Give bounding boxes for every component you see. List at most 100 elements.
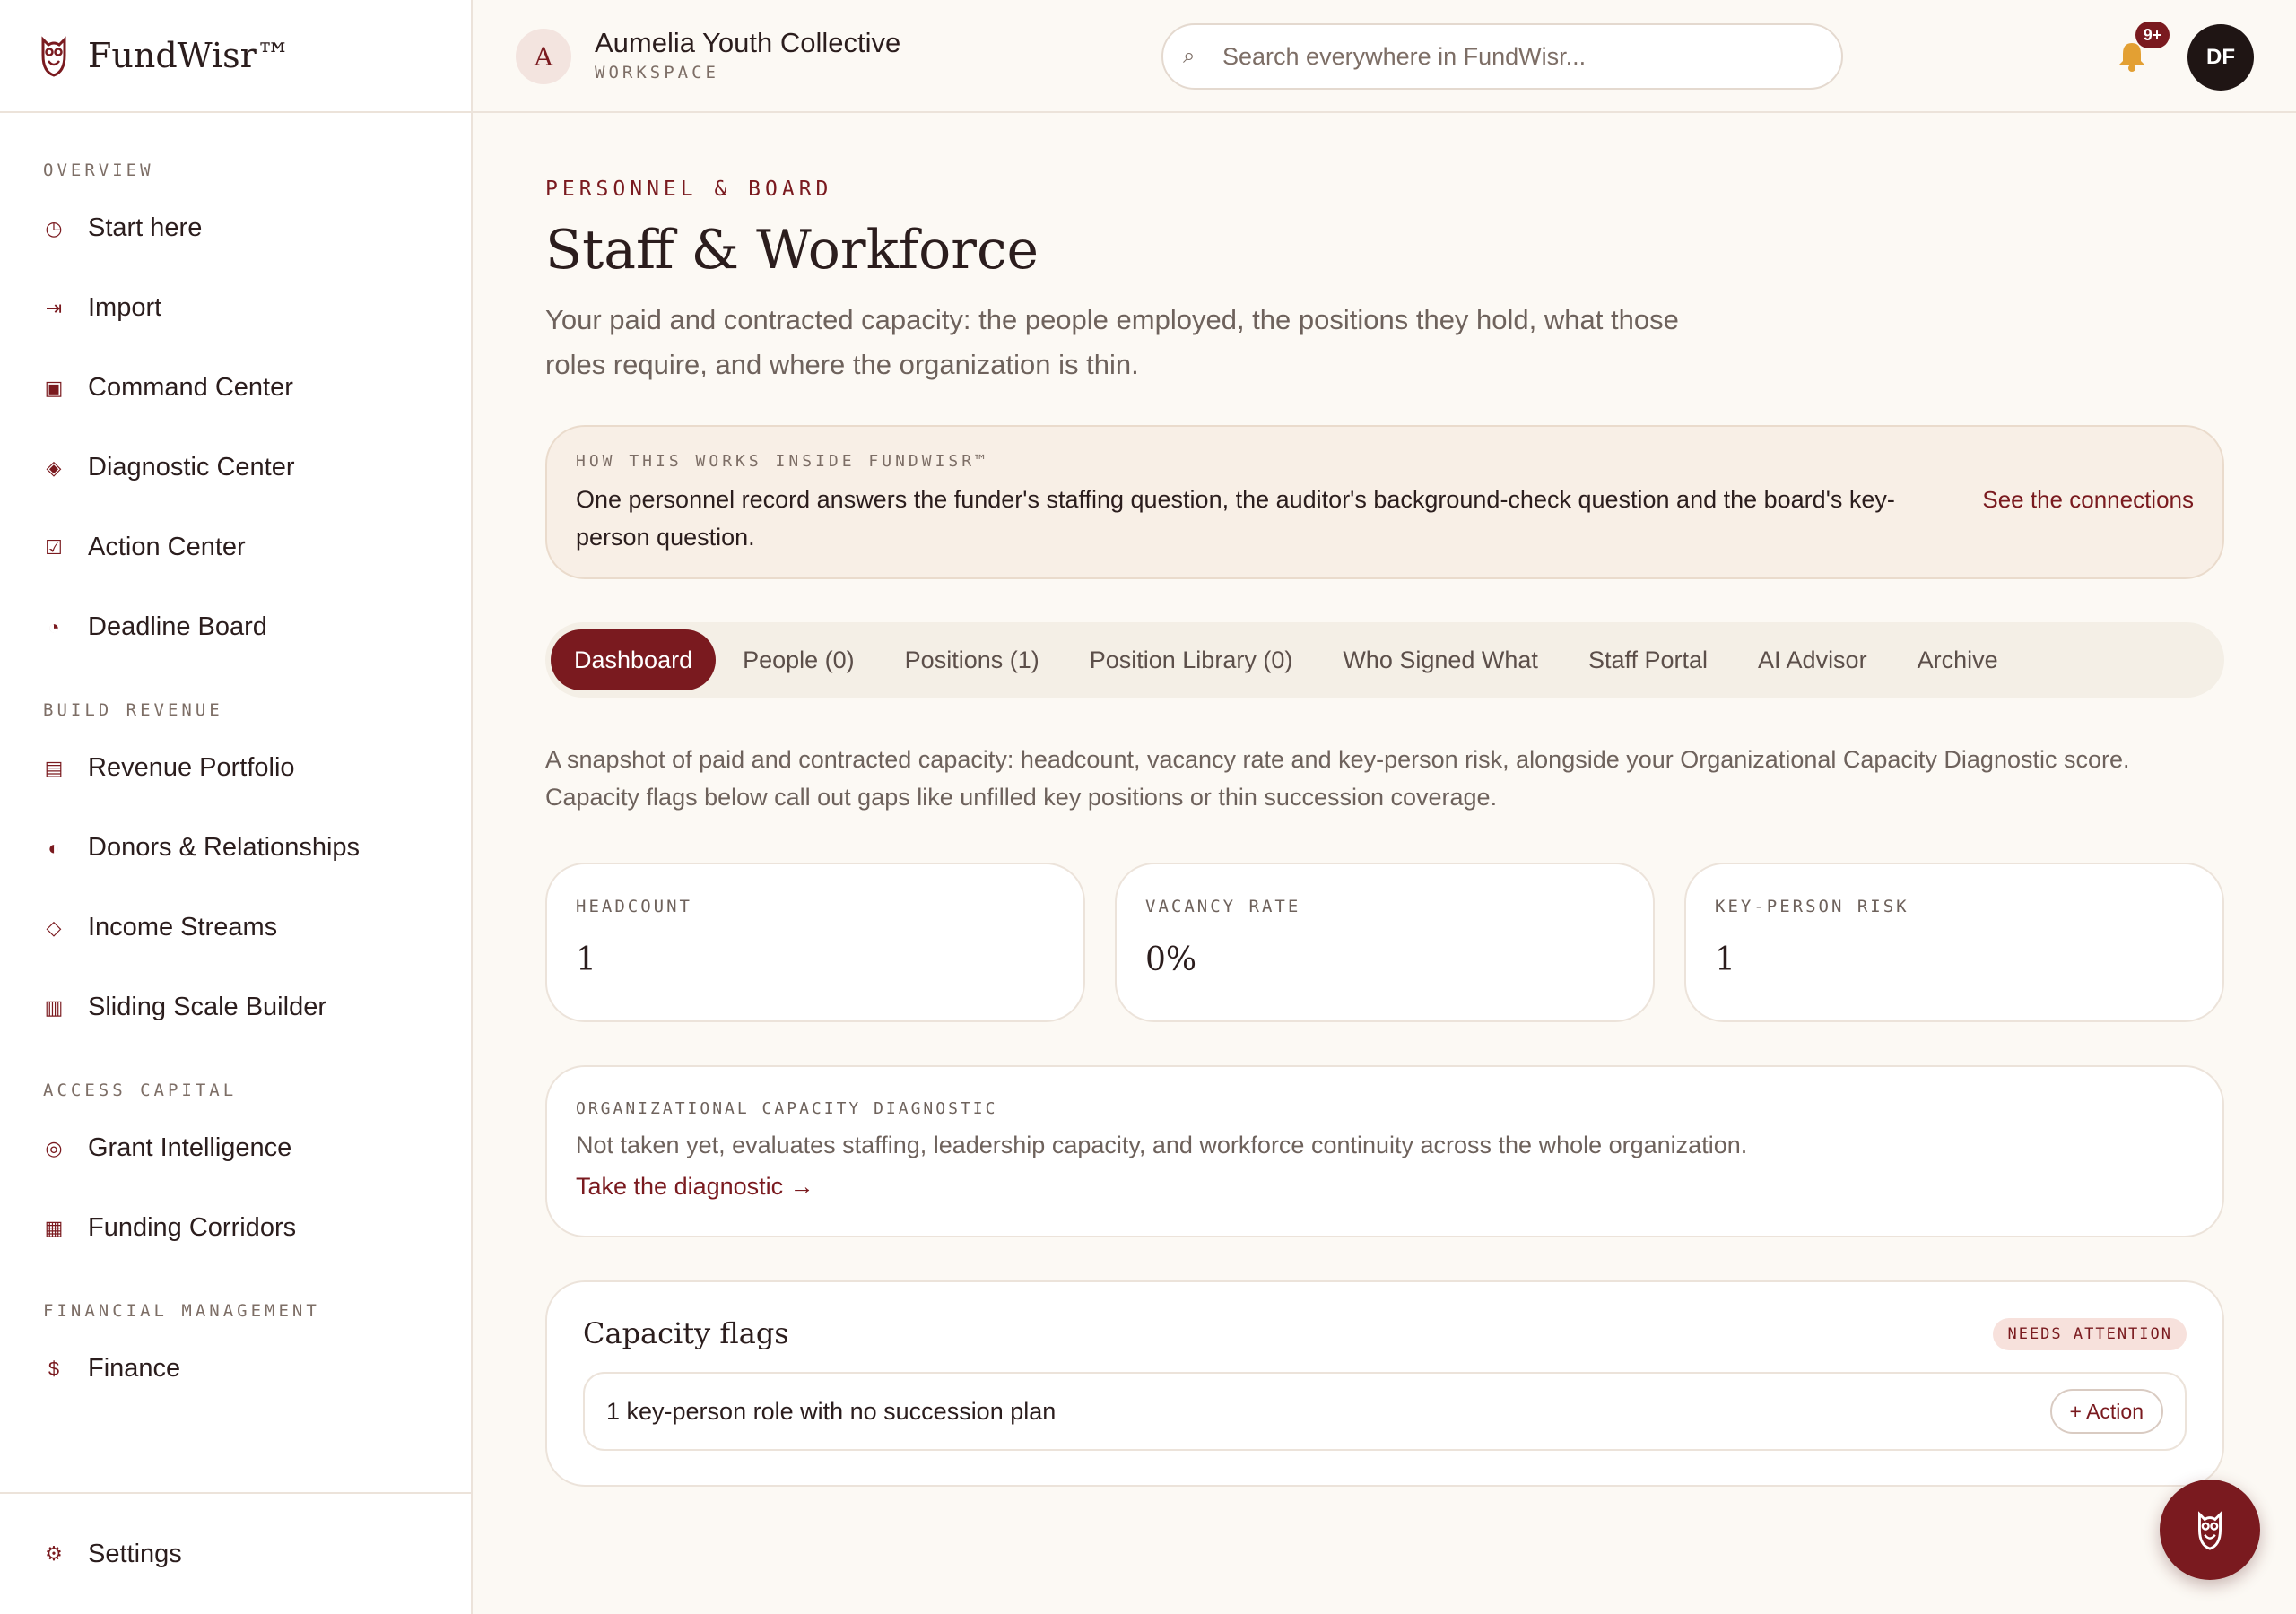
nav-section-access-capital: ACCESS CAPITAL [43, 1080, 238, 1100]
status-badge: NEEDS ATTENTION [1993, 1318, 2187, 1350]
sidebar-nav: OVERVIEW ◷ Start here ⇥ Import ▣ Command… [0, 113, 471, 1409]
metric-headcount: HEADCOUNT 1 [545, 863, 1085, 1022]
sidebar-item-label: Command Center [88, 373, 293, 402]
sidebar-item-label: Grant Intelligence [88, 1133, 292, 1162]
metrics-row: HEADCOUNT 1 VACANCY RATE 0% KEY-PERSON R… [545, 863, 2224, 1022]
owl-icon [2198, 1511, 2222, 1550]
search-input[interactable] [1222, 42, 1832, 71]
sidebar-item-sliding-scale-builder[interactable]: ▥ Sliding Scale Builder [0, 968, 471, 1047]
sidebar-item-label: Finance [88, 1354, 181, 1383]
search-box[interactable]: ⌕ [1161, 23, 1843, 90]
sidebar-item-label: Funding Corridors [88, 1213, 297, 1242]
sidebar-item-label: Income Streams [88, 913, 278, 941]
metric-label: HEADCOUNT [576, 897, 692, 916]
list-icon: ▤ [44, 756, 64, 779]
sidebar-item-import[interactable]: ⇥ Import [0, 268, 471, 348]
flags-title: Capacity flags [583, 1316, 789, 1350]
brand-name: FundWisr™ [88, 36, 291, 75]
pie-icon: ◔ [48, 615, 60, 638]
notification-badge: 9+ [2135, 22, 2170, 48]
import-arrow-icon: ⇥ [45, 296, 63, 319]
page-title: Staff & Workforce [545, 219, 1039, 282]
target-icon: ◎ [45, 1136, 63, 1159]
sidebar-item-revenue-portfolio[interactable]: ▤ Revenue Portfolio [0, 728, 471, 808]
tab-who-signed-what[interactable]: Who Signed What [1319, 629, 1561, 690]
page-description: Your paid and contracted capacity: the p… [545, 304, 1679, 380]
info-label: HOW THIS WORKS INSIDE FUNDWISR™ [576, 452, 988, 471]
sidebar-item-label: Deadline Board [88, 612, 267, 641]
sidebar-item-label: Action Center [88, 533, 246, 561]
half-circle-icon: ◐ [48, 836, 60, 859]
page-eyebrow: PERSONNEL & BOARD [545, 178, 833, 201]
sidebar-item-action-center[interactable]: ☑ Action Center [0, 508, 471, 587]
metric-value: 1 [576, 941, 596, 978]
capacity-flags-card: Capacity flags NEEDS ATTENTION 1 key-per… [545, 1280, 2224, 1487]
workspace-avatar[interactable]: A [516, 29, 571, 84]
flag-text: 1 key-person role with no succession pla… [606, 1397, 1057, 1425]
capacity-diagnostic-card: ORGANIZATIONAL CAPACITY DIAGNOSTIC Not t… [545, 1065, 2224, 1237]
metric-vacancy-rate: VACANCY RATE 0% [1115, 863, 1655, 1022]
diagnostic-text: Not taken yet, evaluates staffing, leade… [576, 1132, 1748, 1158]
gear-icon: ⚙ [45, 1542, 63, 1565]
tab-position-library[interactable]: Position Library (0) [1066, 629, 1317, 690]
take-diagnostic-link[interactable]: Take the diagnostic → [576, 1173, 814, 1201]
add-action-button[interactable]: + Action [2049, 1389, 2163, 1434]
square-icon: ▣ [44, 376, 64, 399]
sidebar-item-label: Diagnostic Center [88, 453, 295, 482]
workspace-label: WORKSPACE [595, 63, 719, 82]
dollar-icon: $ [48, 1357, 60, 1380]
grid-icon: ▦ [44, 1216, 64, 1239]
topbar: A Aumelia Youth Collective WORKSPACE ⌕ 9… [473, 0, 2296, 113]
tab-archive[interactable]: Archive [1894, 629, 2022, 690]
clock-icon: ◷ [45, 216, 63, 239]
sidebar-item-finance[interactable]: $ Finance [0, 1329, 471, 1409]
sidebar-item-label: Settings [88, 1539, 182, 1568]
how-it-works-card: HOW THIS WORKS INSIDE FUNDWISR™ One pers… [545, 425, 2224, 579]
owl-logo-icon [41, 36, 66, 77]
sidebar-item-command-center[interactable]: ▣ Command Center [0, 348, 471, 428]
brand[interactable]: FundWisr™ [0, 0, 471, 113]
nav-section-build-revenue: BUILD REVENUE [43, 700, 223, 720]
sidebar-item-label: Start here [88, 213, 203, 242]
main-content: PERSONNEL & BOARD Staff & Workforce Your… [545, 113, 2224, 1487]
sidebar-footer: ⚙ Settings [0, 1492, 471, 1614]
diamond-outline-icon: ◇ [46, 915, 62, 939]
metric-value: 0% [1145, 941, 1197, 978]
sidebar-item-donors-relationships[interactable]: ◐ Donors & Relationships [0, 808, 471, 888]
checkbox-icon: ☑ [45, 535, 63, 559]
tab-positions[interactable]: Positions (1) [882, 629, 1063, 690]
nav-section-overview: OVERVIEW [43, 161, 154, 180]
sidebar-item-income-streams[interactable]: ◇ Income Streams [0, 888, 471, 968]
assistant-fab[interactable] [2160, 1480, 2260, 1580]
nav-section-financial-management: FINANCIAL MANAGEMENT [43, 1301, 320, 1321]
sidebar-item-label: Import [88, 293, 162, 322]
dashboard-description: A snapshot of paid and contracted capaci… [545, 746, 2130, 811]
metric-label: KEY-PERSON RISK [1715, 897, 1909, 916]
sidebar-item-settings[interactable]: ⚙ Settings [0, 1514, 182, 1594]
columns-icon: ▥ [44, 995, 64, 1019]
sidebar-item-start-here[interactable]: ◷ Start here [0, 188, 471, 268]
sidebar-item-deadline-board[interactable]: ◔ Deadline Board [0, 587, 471, 667]
sidebar-item-diagnostic-center[interactable]: ◈ Diagnostic Center [0, 428, 471, 508]
flag-item: 1 key-person role with no succession pla… [583, 1372, 2187, 1451]
metric-value: 1 [1715, 941, 1735, 978]
sidebar: FundWisr™ OVERVIEW ◷ Start here ⇥ Import… [0, 0, 473, 1614]
sidebar-item-label: Donors & Relationships [88, 833, 361, 862]
sidebar-item-funding-corridors[interactable]: ▦ Funding Corridors [0, 1188, 471, 1268]
tab-dashboard[interactable]: Dashboard [551, 629, 717, 690]
tab-people[interactable]: People (0) [719, 629, 878, 690]
tab-staff-portal[interactable]: Staff Portal [1565, 629, 1731, 690]
see-connections-link[interactable]: See the connections [1982, 486, 2194, 514]
diamond-icon: ◈ [46, 456, 62, 479]
sidebar-item-label: Revenue Portfolio [88, 753, 295, 782]
sidebar-item-label: Sliding Scale Builder [88, 993, 326, 1021]
metric-label: VACANCY RATE [1145, 897, 1301, 916]
search-icon: ⌕ [1183, 44, 1196, 68]
user-avatar[interactable]: DF [2187, 24, 2254, 91]
tab-ai-advisor[interactable]: AI Advisor [1735, 629, 1891, 690]
metric-key-person-risk: KEY-PERSON RISK 1 [1684, 863, 2224, 1022]
diagnostic-label: ORGANIZATIONAL CAPACITY DIAGNOSTIC [576, 1099, 998, 1118]
sidebar-item-grant-intelligence[interactable]: ◎ Grant Intelligence [0, 1108, 471, 1188]
tab-bar: Dashboard People (0) Positions (1) Posit… [545, 622, 2224, 698]
workspace-name[interactable]: Aumelia Youth Collective [595, 27, 900, 59]
